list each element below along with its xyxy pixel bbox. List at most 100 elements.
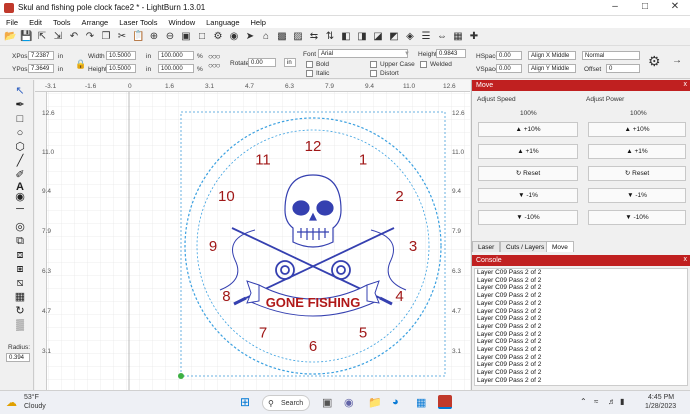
zoom-in-icon[interactable]: ⊕ [148,31,160,43]
clock-date[interactable]: 1/28/2023 [645,403,676,410]
ungroup-icon[interactable]: ▨ [292,31,304,43]
scale-height-input[interactable]: 100.000 [158,64,194,73]
tab-laser[interactable]: Laser [472,241,501,252]
wifi-icon[interactable]: ≈ [594,397,598,406]
weather-desc[interactable]: Cloudy [24,403,46,410]
tab-cuts-layers[interactable]: Cuts / Layers [500,241,551,252]
windows-start-icon[interactable]: ⊞ [240,395,250,409]
move-together-icon[interactable]: ⇔ [436,31,448,43]
lock-icon[interactable]: 🔒 [75,59,86,70]
align-right-icon[interactable]: ◨ [356,31,368,43]
move-panel-close-icon[interactable]: x [684,81,688,88]
units-toggle[interactable]: in [284,58,296,67]
menu-window[interactable]: Window [162,16,200,27]
ellipse-tool-icon[interactable]: ○ [13,126,27,140]
camera-icon[interactable]: ◉ [228,31,240,43]
measure-tool-icon[interactable]: ─ [13,202,27,216]
teams-icon[interactable]: ◉ [344,396,354,409]
edge-icon[interactable]: ◕ [392,396,399,408]
flip-vertical-icon[interactable]: ⇅ [324,31,336,43]
xpos-input[interactable]: 7.2387 [28,51,54,60]
vspace-input[interactable]: 0.00 [496,64,522,73]
align-x-select[interactable]: Align X Middle [528,51,576,60]
align-left-icon[interactable]: ◧ [340,31,352,43]
undo-icon[interactable]: ↶ [68,31,80,43]
italic-checkbox[interactable] [306,70,313,77]
clock-time[interactable]: 4:45 PM [648,394,674,401]
store-icon[interactable]: ▦ [416,396,426,409]
battery-icon[interactable]: ▮ [620,397,624,406]
group-icon[interactable]: ▩ [276,31,288,43]
font-select-arrow-icon[interactable]: ▼ [404,51,410,57]
zoom-fit-icon[interactable]: ▣ [180,31,192,43]
align-bottom-icon[interactable]: ◩ [388,31,400,43]
toolbar-arrow-icon[interactable]: → [672,55,682,66]
grid-array-icon[interactable]: ▦ [13,290,27,304]
offset-shape-icon[interactable]: ◎ [13,220,27,234]
boolean-subtract-icon[interactable]: ⧆ [13,262,27,276]
maximize-button[interactable]: □ [630,1,660,12]
boolean-union-icon[interactable]: ⧈ [13,248,27,262]
distort-checkbox[interactable] [370,70,377,77]
array-icon[interactable]: ▦ [452,31,464,43]
tabs-icon[interactable]: ▒ [13,318,27,332]
speed-plus1-button[interactable]: ▲ +1% [478,144,578,159]
minimize-button[interactable]: – [600,1,630,12]
font-select[interactable]: Arial [318,49,408,58]
zoom-out-icon[interactable]: ⊖ [164,31,176,43]
rotate-input[interactable]: 0.00 [248,58,276,67]
paste-icon[interactable]: 📋 [132,31,144,43]
volume-icon[interactable]: ♬ [608,397,616,406]
power-minus1-button[interactable]: ▼ -1% [588,188,686,203]
weather-temp[interactable]: 53°F [24,394,39,401]
boolean-intersect-icon[interactable]: ⧅ [13,276,27,290]
design-canvas[interactable]: GONE FISHING 12 1 2 3 4 5 6 7 8 9 10 11 [35,80,470,390]
power-plus1-button[interactable]: ▲ +1% [588,144,686,159]
height-input[interactable]: 10.5000 [106,64,136,73]
menu-language[interactable]: Language [200,16,244,27]
copy-icon[interactable]: ❐ [100,31,112,43]
power-plus10-button[interactable]: ▲ +10% [588,122,686,137]
edit-nodes-icon[interactable]: ✒ [13,98,27,112]
align-y-select[interactable]: Align Y Middle [528,64,576,73]
send-icon[interactable]: ➤ [244,31,256,43]
cut-icon[interactable]: ✂ [116,31,128,43]
upper-case-checkbox[interactable] [370,61,377,68]
menu-tools[interactable]: Tools [47,16,76,27]
weather-cloud-icon[interactable]: ☁ [6,396,17,409]
speed-minus10-button[interactable]: ▼ -10% [478,210,578,225]
speed-reset-button[interactable]: ↻ Reset [478,166,578,181]
offset-input[interactable]: 0 [606,64,640,73]
align-center-icon[interactable]: ◈ [404,31,416,43]
menu-file[interactable]: File [0,16,23,27]
menu-help[interactable]: Help [245,16,271,27]
menu-edit[interactable]: Edit [23,16,47,27]
power-reset-button[interactable]: ↻ Reset [588,166,686,181]
console-close-icon[interactable]: x [684,256,688,263]
font-height-input[interactable]: 0.9843 [436,49,466,58]
power-minus10-button[interactable]: ▼ -10% [588,210,686,225]
welded-checkbox[interactable] [420,61,427,68]
distribute-icon[interactable]: ☰ [420,31,432,43]
open-icon[interactable]: 📂 [4,31,16,43]
close-window-button[interactable]: ✕ [660,1,690,12]
flip-horizontal-icon[interactable]: ⇆ [308,31,320,43]
menu-laser-tools[interactable]: Laser Tools [113,16,162,27]
weld-icon[interactable]: ⧉ [13,234,27,248]
hspace-input[interactable]: 0.00 [496,51,522,60]
scale-width-input[interactable]: 100.000 [158,51,194,60]
console-log[interactable]: Layer C09 Pass 2 of 2 Layer C09 Pass 2 o… [474,268,688,386]
task-view-icon[interactable]: ▣ [322,396,332,409]
select-tool-icon[interactable]: ↖ [13,84,27,98]
power-icon[interactable]: ⚙ [648,53,661,70]
text-mode-select[interactable]: Normal [582,51,640,60]
anchor-grid-icon[interactable]: ○○○ ○○○ [208,52,220,70]
speed-minus1-button[interactable]: ▼ -1% [478,188,578,203]
settings-icon[interactable]: ⚙ [212,31,224,43]
redo-icon[interactable]: ↷ [84,31,96,43]
menu-arrange[interactable]: Arrange [76,16,114,27]
polygon-tool-icon[interactable]: ⬡ [13,140,27,154]
line-tool-icon[interactable]: ╱ [13,154,27,168]
export-icon[interactable]: ⇲ [52,31,64,43]
tray-chevron-icon[interactable]: ⌃ [580,397,587,406]
